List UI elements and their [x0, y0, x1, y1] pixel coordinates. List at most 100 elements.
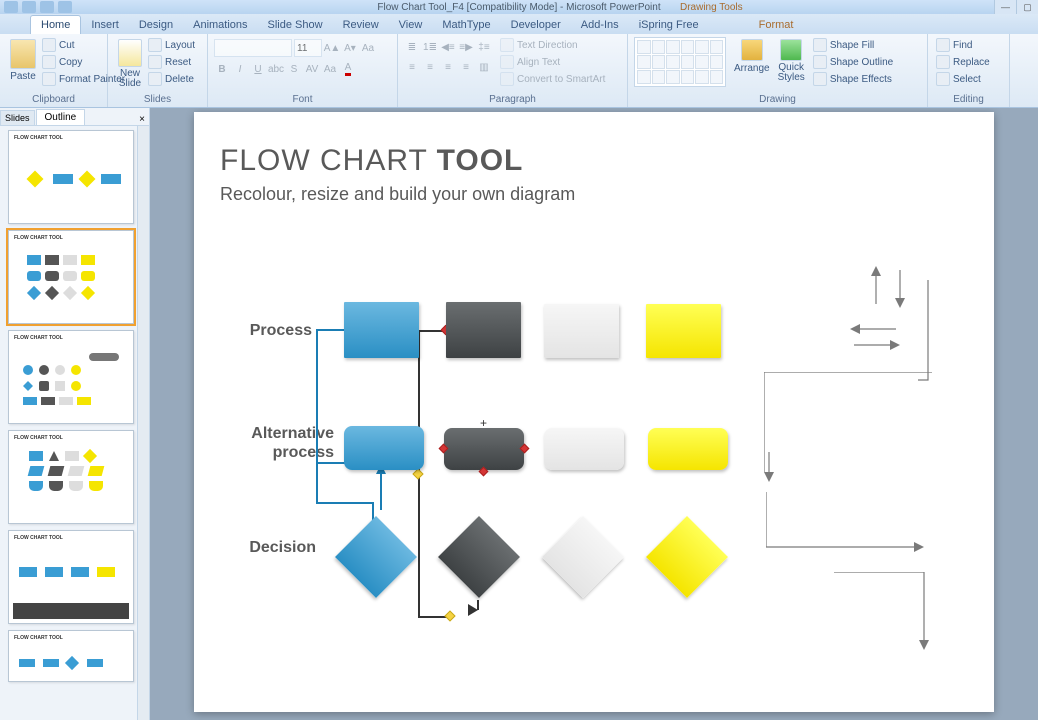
qat-undo-icon[interactable] — [40, 1, 54, 13]
change-case-button[interactable]: Aa — [322, 61, 338, 77]
qat-save-icon[interactable] — [22, 1, 36, 13]
tab-developer[interactable]: Developer — [501, 16, 571, 34]
slide-subtitle[interactable]: Recolour, resize and build your own diag… — [220, 184, 575, 205]
workspace: Slides Outline × FLOW CHART TOOL FLOW CH… — [0, 108, 1038, 720]
thumbnails-scrollbar[interactable] — [137, 126, 149, 720]
label-decision[interactable]: Decision — [244, 539, 316, 557]
tab-format[interactable]: Format — [749, 16, 804, 34]
align-text-button[interactable]: Align Text — [498, 54, 607, 70]
replace-button[interactable]: Replace — [934, 54, 992, 70]
align-center-button[interactable]: ≡ — [422, 59, 438, 75]
arrow-left-icon[interactable] — [850, 322, 898, 336]
shape-decision-blue[interactable] — [335, 516, 417, 598]
new-slide-button[interactable]: New Slide — [114, 37, 146, 91]
thumbnails-list[interactable]: FLOW CHART TOOL FLOW CHART TOOL — [0, 126, 149, 720]
connector-blue-3[interactable] — [316, 462, 318, 504]
slide-thumb-4[interactable]: FLOW CHART TOOL — [8, 430, 134, 524]
adjust-handle-icon[interactable] — [412, 468, 423, 479]
shape-alt-grey[interactable] — [544, 428, 624, 470]
arrange-button[interactable]: Arrange — [730, 37, 774, 76]
tab-ispring[interactable]: iSpring Free — [629, 16, 709, 34]
layout-button[interactable]: Layout — [146, 37, 197, 53]
arrow-elbow-3[interactable] — [834, 572, 934, 652]
shape-fill-button[interactable]: Shape Fill — [811, 37, 895, 53]
shape-alt-blue[interactable] — [344, 426, 424, 470]
shape-process-blue[interactable] — [344, 302, 419, 358]
tab-insert[interactable]: Insert — [81, 16, 129, 34]
slide-thumb-3[interactable]: FLOW CHART TOOL — [8, 330, 134, 424]
slide-thumb-5[interactable]: FLOW CHART TOOL — [8, 530, 134, 624]
qat-redo-icon[interactable] — [58, 1, 72, 13]
font-name-combo[interactable] — [214, 39, 292, 57]
arrow-right-icon[interactable] — [852, 338, 900, 352]
tab-mathtype[interactable]: MathType — [432, 16, 500, 34]
tab-slideshow[interactable]: Slide Show — [258, 16, 333, 34]
shape-outline-button[interactable]: Shape Outline — [811, 54, 895, 70]
numbering-button[interactable]: 1≣ — [422, 39, 438, 55]
effects-icon — [813, 72, 827, 86]
line-spacing-button[interactable]: ‡≡ — [476, 39, 492, 55]
strike-button[interactable]: abc — [268, 61, 284, 77]
bullets-button[interactable]: ≣ — [404, 39, 420, 55]
inc-indent-button[interactable]: ≡▶ — [458, 39, 474, 55]
panel-tab-slides[interactable]: Slides — [0, 110, 35, 125]
arrow-down-small[interactable] — [762, 452, 776, 482]
char-spacing-button[interactable]: AV — [304, 61, 320, 77]
shape-process-yellow[interactable] — [646, 304, 721, 358]
shadow-button[interactable]: S — [286, 61, 302, 77]
find-button[interactable]: Find — [934, 37, 992, 53]
slide-thumb-2[interactable]: FLOW CHART TOOL — [8, 230, 134, 324]
arrow-elbow-1[interactable] — [764, 372, 934, 482]
arrow-down-icon[interactable] — [890, 268, 920, 308]
shape-process-grey[interactable] — [544, 304, 619, 358]
shape-decision-dark[interactable] — [438, 516, 520, 598]
maximize-button[interactable]: ▢ — [1016, 0, 1038, 14]
tab-animations[interactable]: Animations — [183, 16, 257, 34]
tab-addins[interactable]: Add-Ins — [571, 16, 629, 34]
shape-process-dark[interactable] — [446, 302, 521, 358]
tab-design[interactable]: Design — [129, 16, 183, 34]
bold-button[interactable]: B — [214, 61, 230, 77]
shape-alt-dark[interactable] — [444, 428, 524, 470]
italic-button[interactable]: I — [232, 61, 248, 77]
shrink-font-icon[interactable]: A▾ — [342, 40, 358, 56]
shape-alt-yellow[interactable] — [648, 428, 728, 470]
shape-decision-grey[interactable] — [542, 516, 624, 598]
panel-tab-outline[interactable]: Outline — [36, 109, 86, 125]
justify-button[interactable]: ≡ — [458, 59, 474, 75]
connector-blue-4[interactable] — [316, 502, 374, 504]
shape-decision-yellow[interactable] — [646, 516, 728, 598]
dec-indent-button[interactable]: ◀≡ — [440, 39, 456, 55]
grow-font-icon[interactable]: A▲ — [324, 40, 340, 56]
tab-view[interactable]: View — [389, 16, 433, 34]
underline-button[interactable]: U — [250, 61, 266, 77]
text-direction-button[interactable]: Text Direction — [498, 37, 607, 53]
slide-title[interactable]: FLOW CHART TOOL — [220, 144, 523, 178]
slide-thumb-1[interactable]: FLOW CHART TOOL — [8, 130, 134, 224]
paste-button[interactable]: Paste — [6, 37, 40, 84]
slide-thumb-6[interactable]: FLOW CHART TOOL — [8, 630, 134, 682]
columns-button[interactable]: ▥ — [476, 59, 492, 75]
arrow-elbow-2[interactable] — [766, 492, 926, 552]
shape-effects-button[interactable]: Shape Effects — [811, 71, 895, 87]
label-alternative[interactable]: Alternativeprocess — [224, 424, 334, 462]
label-process[interactable]: Process — [240, 322, 312, 340]
font-color-button[interactable]: A — [340, 61, 356, 77]
office-button[interactable] — [4, 1, 18, 13]
quick-styles-button[interactable]: Quick Styles — [774, 37, 809, 85]
align-right-button[interactable]: ≡ — [440, 59, 456, 75]
tab-review[interactable]: Review — [333, 16, 389, 34]
minimize-button[interactable]: — — [994, 0, 1016, 14]
tab-home[interactable]: Home — [30, 15, 81, 34]
font-size-combo[interactable] — [294, 39, 322, 57]
reset-button[interactable]: Reset — [146, 54, 197, 70]
align-left-button[interactable]: ≡ — [404, 59, 420, 75]
slide-canvas[interactable]: FLOW CHART TOOL Recolour, resize and bui… — [194, 112, 994, 712]
convert-smartart-button[interactable]: Convert to SmartArt — [498, 71, 607, 87]
shapes-gallery[interactable] — [634, 37, 726, 87]
delete-button[interactable]: Delete — [146, 71, 197, 87]
select-button[interactable]: Select — [934, 71, 992, 87]
slide-editor[interactable]: FLOW CHART TOOL Recolour, resize and bui… — [150, 108, 1038, 720]
clear-format-icon[interactable]: Aa — [360, 40, 376, 56]
panel-close-button[interactable]: × — [135, 114, 149, 125]
